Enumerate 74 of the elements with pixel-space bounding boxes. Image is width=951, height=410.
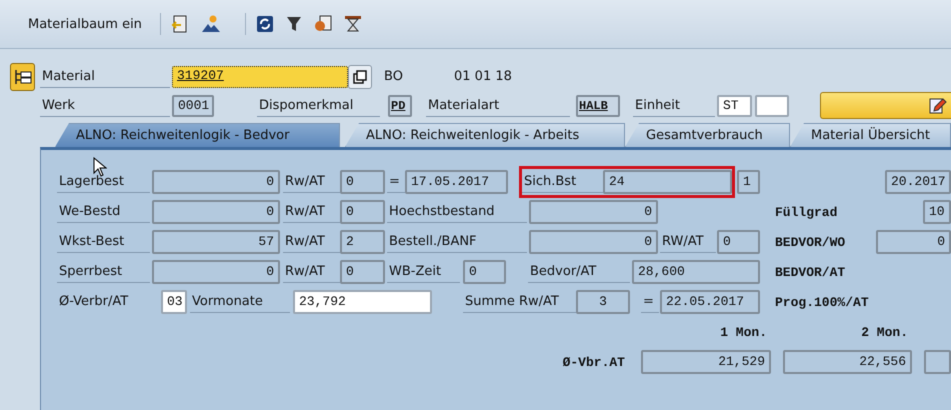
field-label: RW/AT: [660, 231, 716, 253]
input-field[interactable]: 319207: [172, 66, 348, 88]
input-field: 0: [340, 170, 385, 194]
input-field: 24: [603, 170, 732, 194]
field-label: Bestell./BANF: [387, 231, 527, 253]
input-field: 0: [717, 230, 760, 254]
input-field: 0: [152, 170, 280, 194]
input-field: 0: [529, 200, 658, 224]
tree-icon: [14, 68, 32, 84]
input-field: 0: [152, 200, 280, 224]
input-field: 0: [876, 230, 951, 254]
edit-button[interactable]: [820, 92, 951, 119]
input-field[interactable]: PD: [388, 94, 412, 116]
field-label: BEDVOR/AT: [775, 264, 846, 280]
field-label: Hoechstbestand: [387, 201, 527, 223]
field-label: =: [641, 291, 659, 313]
input-field: 0: [152, 260, 280, 284]
input-field[interactable]: 0001: [172, 94, 214, 116]
hourglass-icon[interactable]: [344, 15, 362, 33]
field-label: BEDVOR/WO: [775, 234, 846, 250]
field-label: Einheit: [633, 94, 715, 116]
input-field[interactable]: 23,792: [293, 290, 432, 314]
document-face-icon[interactable]: [314, 15, 332, 33]
input-field[interactable]: ST: [717, 94, 752, 116]
input-field: 28,600: [632, 260, 760, 284]
input-field: 21,529: [641, 350, 771, 374]
input-field: 22.05.2017: [660, 290, 760, 314]
material-tree-button[interactable]: Materialbaum ein: [22, 12, 148, 36]
field-label: 1 Mon.: [719, 324, 767, 340]
tab[interactable]: Gesamtverbrauch: [625, 123, 790, 147]
field-label: Wkst-Best: [57, 231, 150, 253]
tab[interactable]: ALNO: Reichweitenlogik - Bedvor: [55, 123, 340, 147]
input-field: 17.05.2017: [405, 170, 508, 194]
field-label: Dispomerkmal: [257, 94, 380, 116]
field-label: Lagerbest: [57, 171, 150, 193]
tab[interactable]: ALNO: Reichweitenlogik - Arbeits: [345, 123, 625, 147]
filter-icon[interactable]: [286, 15, 302, 33]
input-field[interactable]: 03: [161, 290, 187, 314]
field-label: Material: [40, 66, 170, 88]
tab[interactable]: Material Übersicht: [790, 123, 951, 147]
field-label: Materialart: [426, 94, 570, 116]
pencil-icon: [929, 96, 947, 114]
input-field: 2: [340, 230, 385, 254]
copy-icon: [353, 70, 367, 84]
input-field: 10: [923, 200, 951, 224]
input-field: 0: [340, 200, 385, 224]
input-field: 0: [463, 260, 506, 284]
input-field: 20.2017: [885, 170, 951, 194]
input-field[interactable]: HALB: [576, 94, 620, 116]
field-label: We-Bestd: [57, 201, 150, 223]
field-label: Prog.100%/AT: [775, 294, 870, 310]
field-label: 2 Mon.: [860, 324, 908, 340]
field-label: Vormonate: [190, 291, 290, 313]
tree-icon-button[interactable]: [10, 62, 35, 90]
field-label: Füllgrad: [775, 204, 838, 220]
input-field: 57: [152, 230, 280, 254]
field-label: Bedvor/AT: [528, 261, 630, 283]
field-label: Ø-Verbr/AT: [58, 293, 130, 311]
input-field: 0: [529, 230, 658, 254]
field-label: Ø-Vbr.AT: [562, 354, 625, 370]
input-field: 3: [576, 290, 630, 314]
field-label: Werk: [40, 94, 170, 116]
field-label: Sperrbest: [57, 261, 150, 283]
input-field: 22,556: [783, 350, 912, 374]
refresh-icon[interactable]: [256, 15, 274, 33]
mountain-sun-icon[interactable]: [200, 15, 221, 33]
input-field[interactable]: [755, 94, 789, 116]
field-label: WB-Zeit: [387, 261, 460, 283]
input-field: 1: [737, 170, 760, 194]
field-text: BO: [383, 68, 404, 86]
input-field: 0: [340, 260, 385, 284]
mouse-pointer-icon: [93, 157, 107, 177]
field-text: 01 01 18: [453, 68, 513, 86]
copy-button[interactable]: [348, 64, 372, 88]
